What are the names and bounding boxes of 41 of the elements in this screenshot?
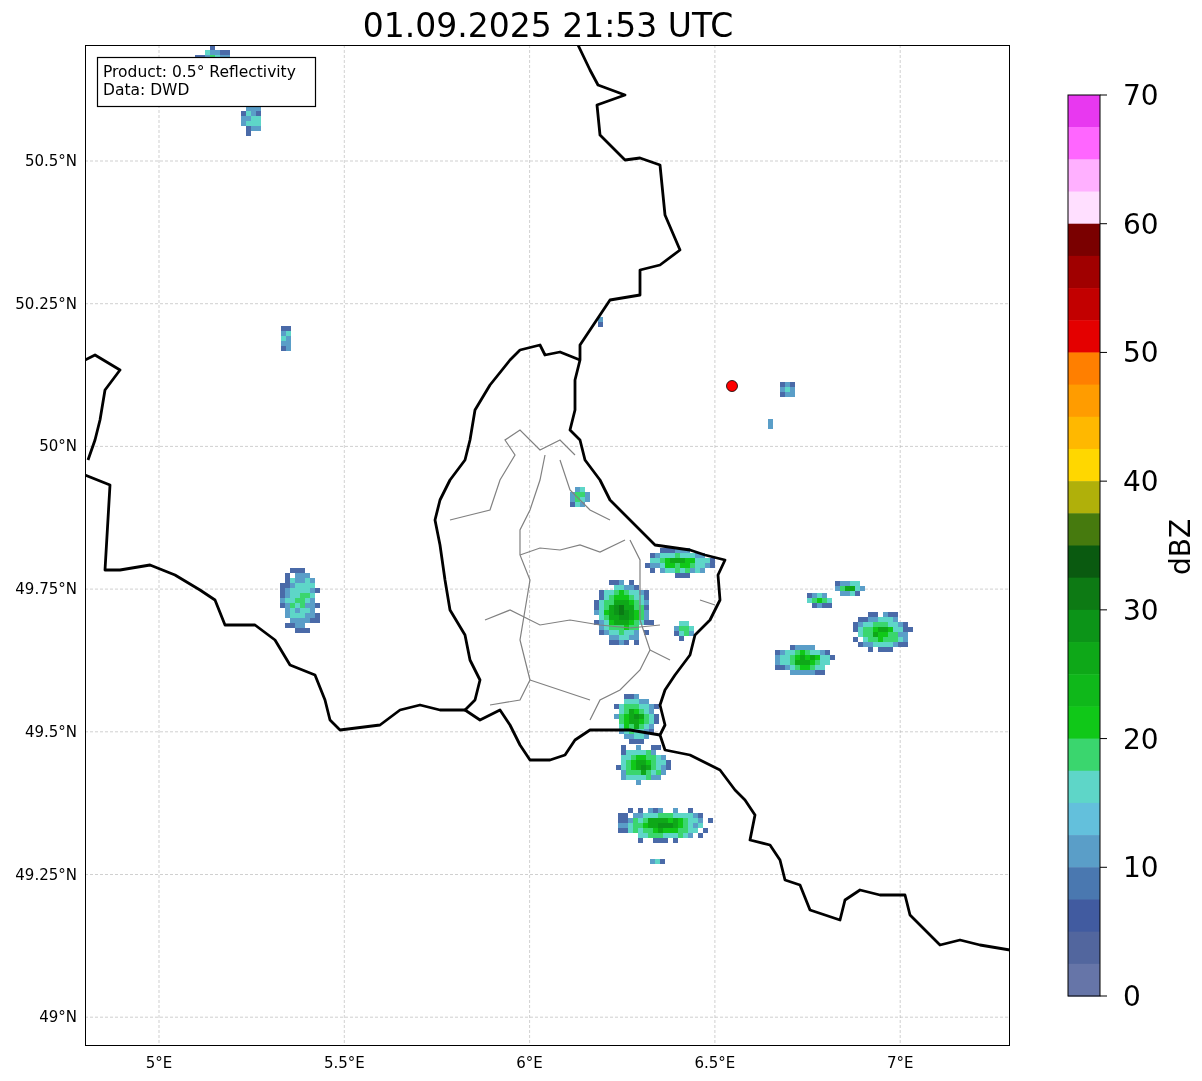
radar-echo — [594, 580, 654, 645]
radar-site-marker — [726, 380, 738, 392]
latitude-label: 49.75°N — [15, 580, 77, 599]
chart-title: 01.09.2025 21:53 UTC — [362, 6, 734, 45]
radar-echo — [780, 382, 795, 397]
longitude-label: 6.5°E — [694, 1054, 736, 1072]
colorbar-tick-label: 0 — [1123, 980, 1141, 1013]
radar-echo — [835, 581, 865, 596]
radar-echo — [674, 621, 694, 641]
radar-echo — [570, 487, 590, 507]
radar-echo — [650, 859, 665, 864]
longitude-label: 5.5°E — [323, 1054, 365, 1072]
longitude-label: 5°E — [145, 1054, 173, 1072]
info-text: Product: 0.5° Reflectivity — [103, 63, 296, 81]
colorbar-tick-label: 20 — [1123, 722, 1159, 756]
colorbar-tick-label: 70 — [1123, 79, 1159, 112]
latitude-label: 50°N — [39, 437, 77, 456]
info-text: Data: DWD — [103, 81, 190, 99]
latitude-label: 49.5°N — [24, 722, 77, 741]
radar-echo — [614, 694, 659, 744]
colorbar-tick-label: 40 — [1123, 465, 1159, 499]
colorbar-label: dBZ — [1164, 518, 1197, 576]
latitude-label: 50.25°N — [15, 294, 77, 313]
radar-echo — [598, 317, 603, 327]
longitude-label: 7°E — [886, 1054, 914, 1072]
colorbar-tick-label: 50 — [1123, 336, 1159, 370]
colorbar-tick-label: 30 — [1123, 593, 1159, 627]
latitude-label: 50.5°N — [24, 152, 77, 170]
radar-echo — [768, 419, 773, 429]
radar-echo — [281, 326, 291, 351]
longitude-label: 6°E — [516, 1054, 543, 1072]
radar-echo — [645, 548, 715, 578]
radar-echo — [807, 593, 832, 608]
radar-echo — [775, 645, 835, 675]
colorbar-tick-label: 60 — [1123, 207, 1159, 241]
radar-echo — [616, 745, 671, 785]
radar-echo — [280, 568, 320, 633]
radar-echo — [853, 612, 913, 652]
latitude-label: 49°N — [39, 1008, 77, 1027]
latitude-label: 49.25°N — [15, 865, 77, 884]
colorbar-tick-label: 10 — [1123, 851, 1159, 885]
